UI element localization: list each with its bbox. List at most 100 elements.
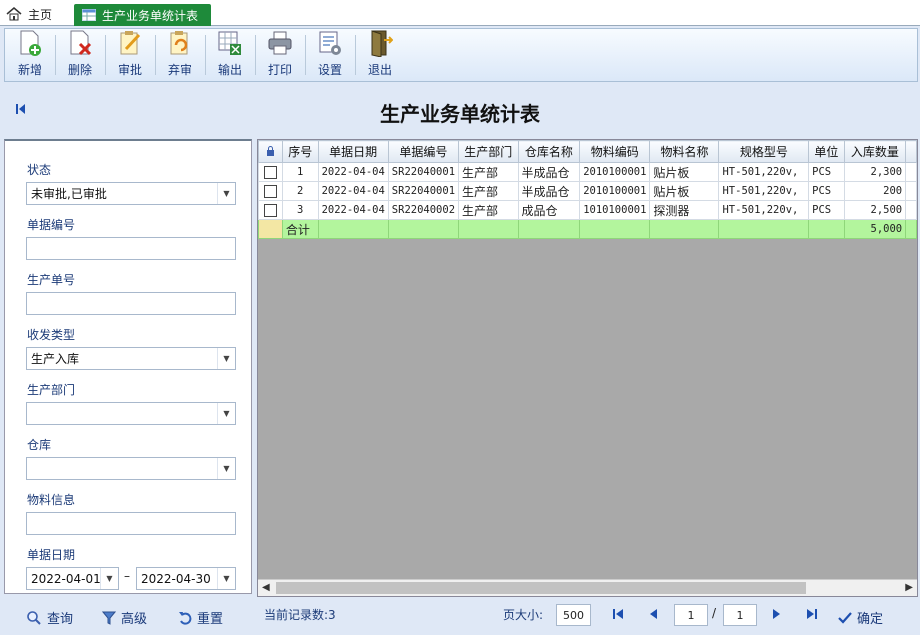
approve-button[interactable]: 审批 xyxy=(105,29,155,81)
export-button-label: 输出 xyxy=(217,63,242,77)
row-checkbox[interactable] xyxy=(258,200,283,220)
cell: 2,500 xyxy=(843,200,907,220)
column-header[interactable]: 物料名称 xyxy=(649,140,720,163)
advanced-button[interactable]: 高级 xyxy=(102,608,147,627)
chevron-down-icon[interactable]: ▼ xyxy=(217,458,235,479)
filter-panel: 状态 未审批,已审批 ▼ 单据编号 生产单号 收发类型 生产入库 ▼ 生产部门 … xyxy=(4,139,252,594)
row-checkbox[interactable] xyxy=(258,181,283,201)
column-header[interactable]: 生产部门 xyxy=(458,140,519,163)
scrollbar-thumb[interactable] xyxy=(276,582,806,594)
tab-report[interactable]: 生产业务单统计表 xyxy=(74,4,211,26)
prev-page-icon[interactable] xyxy=(648,608,658,620)
cell: PCS xyxy=(808,181,845,201)
material-input[interactable] xyxy=(26,512,236,535)
add-button[interactable]: 新增 xyxy=(5,29,55,81)
last-page-icon[interactable] xyxy=(806,608,818,620)
delete-doc-icon xyxy=(70,30,92,56)
table-row[interactable]: 2 2022-04-04 SR22040001 生产部 半成品仓 2010100… xyxy=(258,181,917,201)
doc-no-label: 单据编号 xyxy=(27,218,76,232)
table-row[interactable]: 1 2022-04-04 SR22040001 生产部 半成品仓 2010100… xyxy=(258,162,917,182)
io-type-value: 生产入库 xyxy=(31,352,80,366)
date-from-input[interactable]: 2022-04-01 ▼ xyxy=(26,567,119,590)
unapprove-button[interactable]: 弃审 xyxy=(155,29,205,81)
chevron-down-icon[interactable]: ▼ xyxy=(217,568,235,589)
export-button[interactable]: 输出 xyxy=(205,29,255,81)
cell: SR22040001 xyxy=(387,181,460,201)
tab-home-label: 主页 xyxy=(28,7,53,22)
data-grid: 序号 单据日期 单据编号 生产部门 仓库名称 物料编码 物料名称 规格型号 单位… xyxy=(257,139,918,597)
record-count: 当前记录数:3 xyxy=(264,608,336,622)
prod-no-input[interactable] xyxy=(26,292,236,315)
chevron-down-icon[interactable]: ▼ xyxy=(100,568,118,589)
cell: SR22040001 xyxy=(387,162,460,182)
cell-filler xyxy=(905,162,917,182)
column-header[interactable]: 规格型号 xyxy=(718,140,810,163)
cell: 2022-04-04 xyxy=(317,200,389,220)
cell: 2,300 xyxy=(843,162,907,182)
column-header[interactable]: 序号 xyxy=(281,140,319,163)
next-page-icon[interactable] xyxy=(772,608,782,620)
io-type-select[interactable]: 生产入库 ▼ xyxy=(26,347,236,370)
cell: 2022-04-04 xyxy=(317,181,389,201)
cell xyxy=(517,219,581,239)
reset-button[interactable]: 重置 xyxy=(178,608,223,627)
cell-filler xyxy=(905,181,917,201)
warehouse-select[interactable]: ▼ xyxy=(26,457,236,480)
column-lock[interactable] xyxy=(258,140,283,163)
exit-door-icon xyxy=(371,30,393,57)
delete-button[interactable]: 删除 xyxy=(55,29,105,81)
confirm-button[interactable]: 确定 xyxy=(838,608,883,627)
scroll-left-icon[interactable]: ◀ xyxy=(262,582,270,593)
chevron-down-icon[interactable]: ▼ xyxy=(217,348,235,369)
horizontal-scrollbar[interactable]: ◀ ▶ xyxy=(258,579,917,596)
page-size-label: 页大小: xyxy=(503,608,544,622)
scroll-right-icon[interactable]: ▶ xyxy=(905,582,913,593)
tab-bar: 主页 生产业务单统计表 xyxy=(0,0,920,26)
cell xyxy=(317,219,389,239)
total-label: 合计 xyxy=(281,219,319,239)
table-row[interactable]: 3 2022-04-04 SR22040002 生产部 成品仓 10101000… xyxy=(258,200,917,220)
date-to-input[interactable]: 2022-04-30 ▼ xyxy=(136,567,236,590)
current-page-input[interactable]: 1 xyxy=(674,604,708,626)
lock-icon xyxy=(266,145,274,156)
cell: 探测器 xyxy=(649,200,720,220)
home-icon xyxy=(6,7,22,21)
reset-label: 重置 xyxy=(197,612,224,627)
status-select[interactable]: 未审批,已审批 ▼ xyxy=(26,182,236,205)
cell xyxy=(579,219,651,239)
column-header[interactable]: 仓库名称 xyxy=(517,140,581,163)
exit-button[interactable]: 退出 xyxy=(355,29,405,81)
settings-button[interactable]: 设置 xyxy=(305,29,355,81)
cell-filler xyxy=(905,219,917,239)
tab-home[interactable]: 主页 xyxy=(6,4,52,24)
bottom-bar: 查询 高级 重置 当前记录数:3 页大小: 500 1 / 1 确定 xyxy=(0,598,920,635)
column-header[interactable]: 单据编号 xyxy=(387,140,460,163)
doc-no-input[interactable] xyxy=(26,237,236,260)
query-button[interactable]: 查询 xyxy=(26,608,73,627)
column-header[interactable]: 物料编码 xyxy=(579,140,651,163)
first-page-icon[interactable] xyxy=(612,608,624,620)
title-bar: 生产业务单统计表 xyxy=(0,84,920,136)
column-header[interactable]: 单位 xyxy=(808,140,845,163)
page-title: 生产业务单统计表 xyxy=(380,102,540,126)
cell: 生产部 xyxy=(458,162,519,182)
cell-filler xyxy=(905,200,917,220)
date-label: 单据日期 xyxy=(27,548,76,562)
page-size-input[interactable]: 500 xyxy=(556,604,591,626)
cell: 2010100001 xyxy=(579,162,651,182)
chevron-down-icon[interactable]: ▼ xyxy=(217,403,235,424)
cell: 生产部 xyxy=(458,181,519,201)
cell: HT-501,220v, xyxy=(718,200,810,220)
total-row-marker xyxy=(258,219,283,239)
chevron-down-icon[interactable]: ▼ xyxy=(217,183,235,204)
dept-select[interactable]: ▼ xyxy=(26,402,236,425)
cell xyxy=(808,219,845,239)
total-qty: 5,000 xyxy=(843,219,907,239)
print-button-label: 打印 xyxy=(267,63,292,77)
print-button[interactable]: 打印 xyxy=(255,29,305,81)
column-header[interactable]: 单据日期 xyxy=(317,140,389,163)
total-pages: 1 xyxy=(723,604,757,626)
row-checkbox[interactable] xyxy=(258,162,283,182)
column-header[interactable]: 入库数量 xyxy=(843,140,907,163)
dept-label: 生产部门 xyxy=(27,383,76,397)
